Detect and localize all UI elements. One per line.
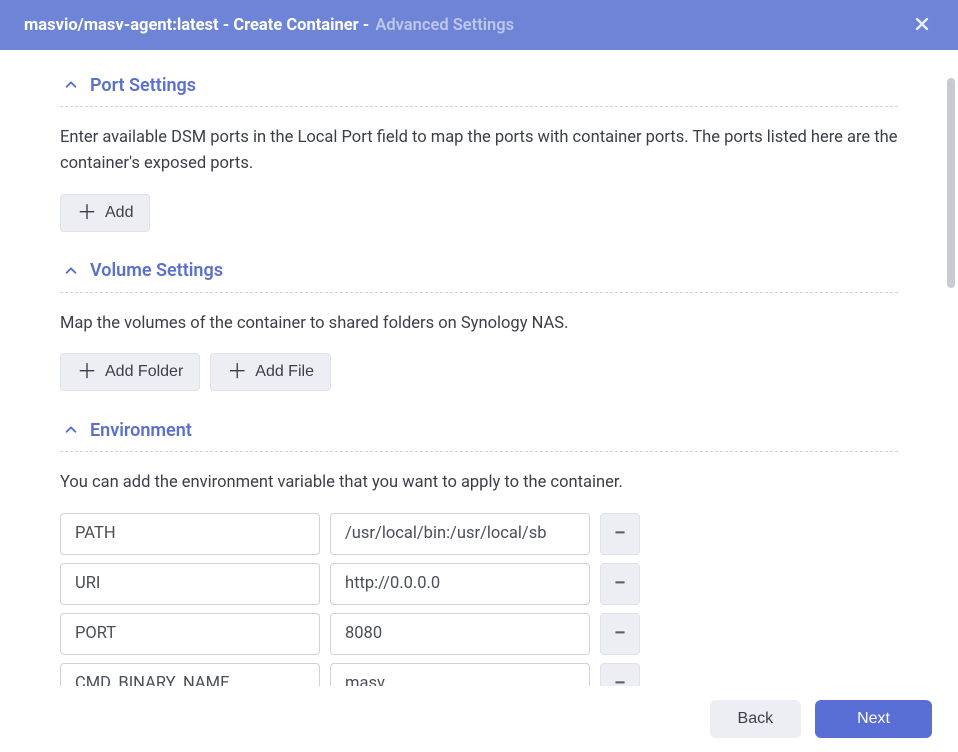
close-icon[interactable] (906, 7, 938, 43)
volume-settings-title: Volume Settings (90, 260, 223, 281)
volume-settings-header[interactable]: Volume Settings (60, 260, 898, 293)
environment-title: Environment (90, 420, 192, 441)
environment-rows: − − − − (60, 513, 898, 686)
title-subtitle: Advanced Settings (375, 16, 514, 35)
scrollbar-thumb[interactable] (947, 78, 955, 288)
port-settings-description: Enter available DSM ports in the Local P… (60, 125, 898, 178)
next-button[interactable]: Next (815, 700, 932, 738)
add-folder-label: Add Folder (105, 363, 183, 381)
add-port-label: Add (105, 204, 133, 222)
add-port-button[interactable]: ＋ Add (60, 194, 150, 232)
chevron-up-icon (60, 74, 82, 96)
environment-section: Environment You can add the environment … (60, 419, 898, 686)
plus-icon: ＋ (77, 362, 97, 382)
plus-icon: ＋ (227, 362, 247, 382)
content-area: Port Settings Enter available DSM ports … (0, 50, 958, 686)
title-bar: masvio/masv-agent:latest - Create Contai… (0, 0, 958, 50)
add-file-button[interactable]: ＋ Add File (210, 353, 331, 391)
env-key-input[interactable] (60, 663, 320, 686)
environment-row: − (60, 563, 898, 605)
env-value-input[interactable] (330, 663, 590, 686)
environment-row: − (60, 613, 898, 655)
remove-env-button[interactable]: − (600, 513, 640, 555)
environment-description: You can add the environment variable tha… (60, 470, 898, 496)
minus-icon: − (614, 521, 626, 546)
env-value-input[interactable] (330, 513, 590, 555)
env-key-input[interactable] (60, 563, 320, 605)
port-settings-header[interactable]: Port Settings (60, 74, 898, 107)
remove-env-button[interactable]: − (600, 663, 640, 686)
footer: Back Next (0, 686, 958, 752)
minus-icon: − (614, 621, 626, 646)
env-key-input[interactable] (60, 613, 320, 655)
environment-row: − (60, 663, 898, 686)
volume-settings-description: Map the volumes of the container to shar… (60, 311, 898, 337)
add-file-label: Add File (255, 363, 314, 381)
volume-settings-section: Volume Settings Map the volumes of the c… (60, 260, 898, 391)
env-key-input[interactable] (60, 513, 320, 555)
env-value-input[interactable] (330, 563, 590, 605)
minus-icon: − (614, 671, 626, 686)
chevron-up-icon (60, 419, 82, 441)
port-settings-title: Port Settings (90, 75, 196, 96)
env-value-input[interactable] (330, 613, 590, 655)
environment-row: − (60, 513, 898, 555)
chevron-up-icon (60, 260, 82, 282)
add-folder-button[interactable]: ＋ Add Folder (60, 353, 200, 391)
environment-header[interactable]: Environment (60, 419, 898, 452)
plus-icon: ＋ (77, 203, 97, 223)
port-settings-section: Port Settings Enter available DSM ports … (60, 74, 898, 232)
remove-env-button[interactable]: − (600, 563, 640, 605)
minus-icon: − (614, 571, 626, 596)
title-image-tag: masvio/masv-agent:latest - Create Contai… (24, 16, 369, 35)
remove-env-button[interactable]: − (600, 613, 640, 655)
back-button[interactable]: Back (710, 700, 802, 738)
